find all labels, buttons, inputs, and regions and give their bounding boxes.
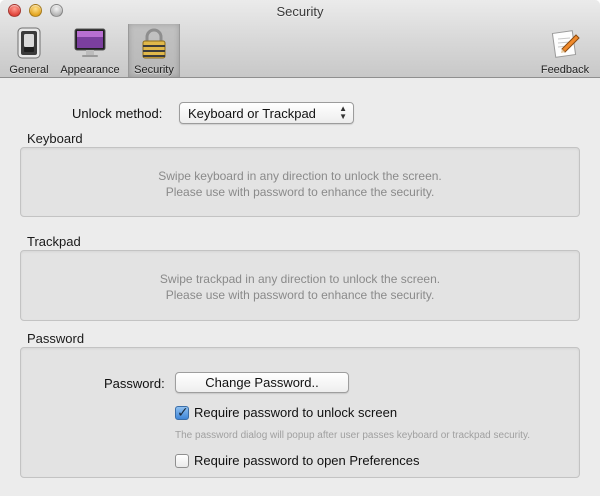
unlock-method-value: Keyboard or Trackpad <box>188 106 316 121</box>
toolbar-appearance-label: Appearance <box>60 64 120 76</box>
keyboard-description-line1: Swipe keyboard in any direction to unloc… <box>158 169 442 183</box>
trackpad-description-line2: Please use with password to enhance the … <box>165 288 435 302</box>
feedback-pencil-icon <box>548 27 582 59</box>
change-password-button[interactable]: Change Password.. <box>175 372 349 393</box>
require-unlock-row[interactable]: ✓ Require password to unlock screen <box>175 403 398 420</box>
keyboard-group-title: Keyboard <box>27 131 83 146</box>
require-unlock-checkbox[interactable]: ✓ <box>175 403 189 420</box>
toolbar-security-label: Security <box>134 64 174 76</box>
password-hint: The password dialog will popup after use… <box>175 430 530 441</box>
require-prefs-label: Require password to open Preferences <box>194 453 420 468</box>
general-switch-icon <box>12 27 46 59</box>
unlock-method-popup[interactable]: Keyboard or Trackpad ▲ ▼ <box>179 102 354 124</box>
require-prefs-row[interactable]: Require password to open Preferences <box>175 453 419 468</box>
toolbar-security[interactable]: Security <box>128 24 180 77</box>
toolbar-feedback[interactable]: Feedback <box>536 24 594 77</box>
preferences-window: Security General Appearance Security Fee… <box>0 0 600 496</box>
toolbar-feedback-label: Feedback <box>540 64 590 76</box>
password-label: Password: <box>104 376 165 391</box>
trackpad-group-title: Trackpad <box>27 234 81 249</box>
titlebar-toolbar: Security General Appearance Security Fee… <box>0 0 600 78</box>
lock-icon <box>137 27 171 59</box>
checkmark-icon: ✓ <box>177 403 189 420</box>
toolbar-general-label: General <box>9 64 49 76</box>
keyboard-description-line2: Please use with password to enhance the … <box>165 185 435 199</box>
toolbar-general[interactable]: General <box>4 24 54 77</box>
keyboard-group-box: Swipe keyboard in any direction to unloc… <box>20 147 580 217</box>
trackpad-group-box: Swipe trackpad in any direction to unloc… <box>20 250 580 321</box>
unlock-method-label: Unlock method: <box>72 106 163 121</box>
display-icon <box>73 27 107 59</box>
require-prefs-checkbox[interactable] <box>175 453 189 468</box>
popup-arrows-icon: ▲ ▼ <box>339 104 347 121</box>
toolbar-appearance[interactable]: Appearance <box>56 24 124 77</box>
window-title: Security <box>276 4 324 19</box>
password-group-title: Password <box>27 331 85 346</box>
require-unlock-label: Require password to unlock screen <box>194 405 398 420</box>
trackpad-description-line1: Swipe trackpad in any direction to unloc… <box>159 272 441 286</box>
